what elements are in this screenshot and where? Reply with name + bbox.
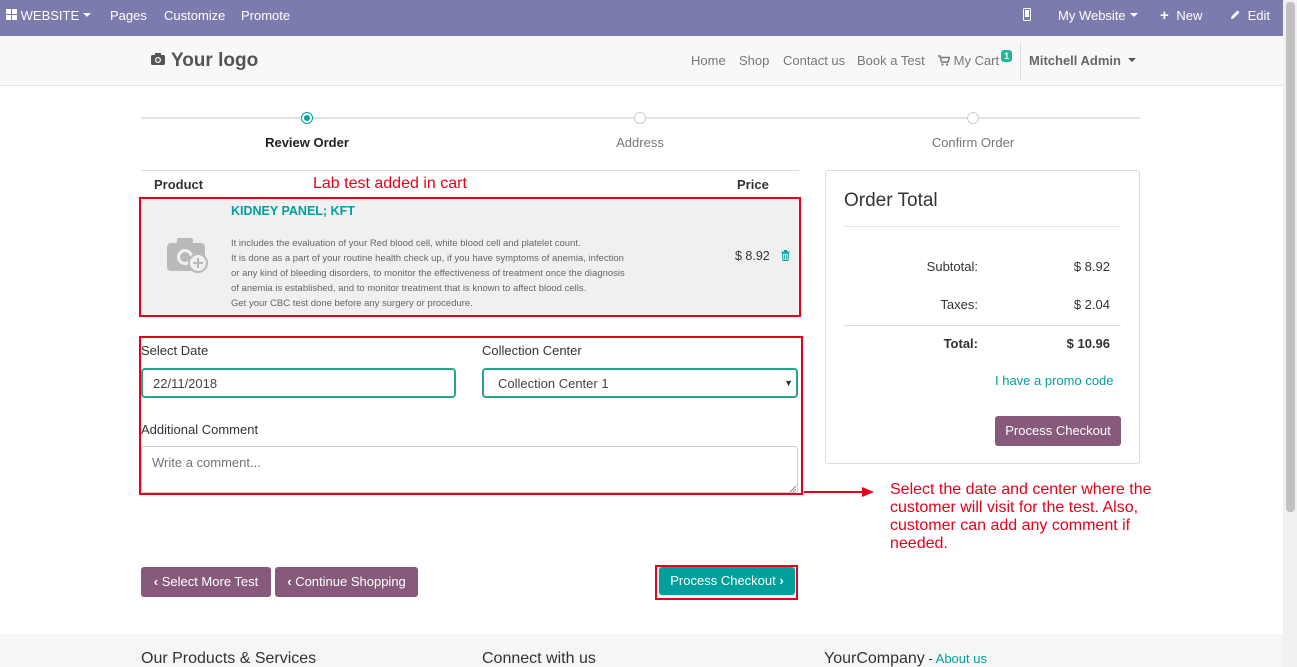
price-column-header: Price — [737, 177, 769, 192]
cart-annotation: Lab test added in cart — [313, 175, 467, 192]
subtotal-label: Subtotal: — [926, 259, 978, 274]
total-value: $ 10.96 — [1066, 336, 1110, 351]
cart-table-header: Product Price — [141, 170, 799, 198]
company-separator: - — [924, 651, 936, 666]
cart-icon — [938, 55, 951, 66]
apps-grid-icon — [6, 9, 17, 21]
website-menu[interactable]: WEBSITE — [6, 0, 92, 36]
company-name: YourCompany — [824, 650, 925, 667]
mobile-icon — [1023, 8, 1031, 22]
pencil-icon — [1231, 10, 1240, 20]
nav-shop[interactable]: Shop — [739, 53, 769, 68]
wizard-step-dot-address — [634, 112, 646, 124]
nav-contact-us[interactable]: Contact us — [783, 53, 845, 68]
my-website-menu[interactable]: My Website — [1058, 0, 1138, 36]
promote-menu[interactable]: Promote — [241, 0, 290, 36]
select-more-test-button[interactable]: ‹ Select More Test — [141, 567, 271, 597]
customize-menu[interactable]: Customize — [164, 0, 225, 36]
logo-text: Your logo — [170, 50, 259, 71]
wizard-step-confirm: Confirm Order — [931, 135, 1015, 150]
continue-shopping-button[interactable]: ‹ Continue Shopping — [275, 567, 418, 597]
pages-menu[interactable]: Pages — [110, 0, 147, 36]
wizard-step-address: Address — [616, 135, 664, 150]
admin-bar: WEBSITE Pages Customize Promote My Websi… — [0, 0, 1283, 36]
footer-products-heading: Our Products & Services — [141, 650, 317, 667]
new-button[interactable]: + New — [1160, 0, 1202, 36]
user-menu[interactable]: Mitchell Admin — [1029, 53, 1136, 68]
nav-divider — [1020, 42, 1021, 80]
order-total-process-checkout-button[interactable]: Process Checkout — [995, 416, 1121, 446]
cart-label: My Cart — [953, 53, 1000, 68]
nav-my-cart[interactable]: My Cart 1 — [938, 50, 1013, 68]
instruction-note: Select the date and center where the cus… — [890, 481, 1152, 552]
plus-icon: + — [1160, 7, 1169, 24]
site-logo[interactable]: Your logo — [150, 50, 258, 72]
wizard-step-dot-confirm — [967, 112, 979, 124]
cart-item-highlight-box — [139, 197, 801, 317]
promo-code-link[interactable]: I have a promo code — [995, 373, 1114, 388]
footer: Our Products & Services Connect with us … — [0, 634, 1283, 667]
select-more-test-label: Select More Test — [161, 574, 259, 589]
website-label: WEBSITE — [20, 8, 80, 23]
annotation-arrow-icon — [804, 487, 874, 497]
cart-count-badge: 1 — [1001, 50, 1013, 62]
divider — [844, 325, 1121, 326]
order-total-panel: Order Total Subtotal: $ 8.92 Taxes: $ 2.… — [825, 170, 1140, 464]
scrollbar-thumb[interactable] — [1286, 2, 1295, 512]
camera-icon — [151, 52, 165, 65]
chevron-down-icon — [83, 12, 92, 17]
continue-shopping-label: Continue Shopping — [295, 574, 406, 589]
subtotal-value: $ 8.92 — [1073, 259, 1110, 274]
mobile-preview-button[interactable] — [1023, 0, 1031, 36]
wizard-step-review: Review Order — [265, 135, 349, 150]
page-scrollbar[interactable] — [1283, 0, 1297, 667]
form-highlight-box — [139, 336, 803, 495]
chevron-left-icon: ‹ — [153, 574, 159, 589]
product-column-header: Product — [154, 177, 204, 192]
footer-connect-heading: Connect with us — [482, 650, 596, 667]
nav-home[interactable]: Home — [691, 53, 726, 68]
page: WEBSITE Pages Customize Promote My Websi… — [0, 0, 1297, 667]
footer-company-heading: YourCompany - About us — [824, 650, 987, 667]
about-us-link[interactable]: About us — [936, 651, 987, 666]
edit-label: Edit — [1247, 8, 1271, 23]
new-label: New — [1176, 8, 1203, 23]
checkout-highlight-box — [655, 565, 798, 600]
taxes-label: Taxes: — [940, 297, 978, 312]
edit-button[interactable]: Edit — [1230, 0, 1270, 36]
nav-book-a-test[interactable]: Book a Test — [857, 53, 925, 68]
chevron-left-icon: ‹ — [287, 574, 292, 589]
wizard-step-dot-review — [301, 112, 313, 124]
taxes-value: $ 2.04 — [1073, 297, 1110, 312]
chevron-down-icon — [1129, 12, 1138, 17]
divider — [844, 226, 1121, 227]
my-website-label: My Website — [1058, 8, 1126, 23]
order-total-title: Order Total — [844, 190, 938, 211]
total-label: Total: — [943, 336, 978, 351]
site-header: Your logo Home Shop Contact us Book a Te… — [0, 36, 1283, 86]
chevron-down-icon — [1127, 57, 1136, 62]
user-name: Mitchell Admin — [1029, 53, 1121, 68]
